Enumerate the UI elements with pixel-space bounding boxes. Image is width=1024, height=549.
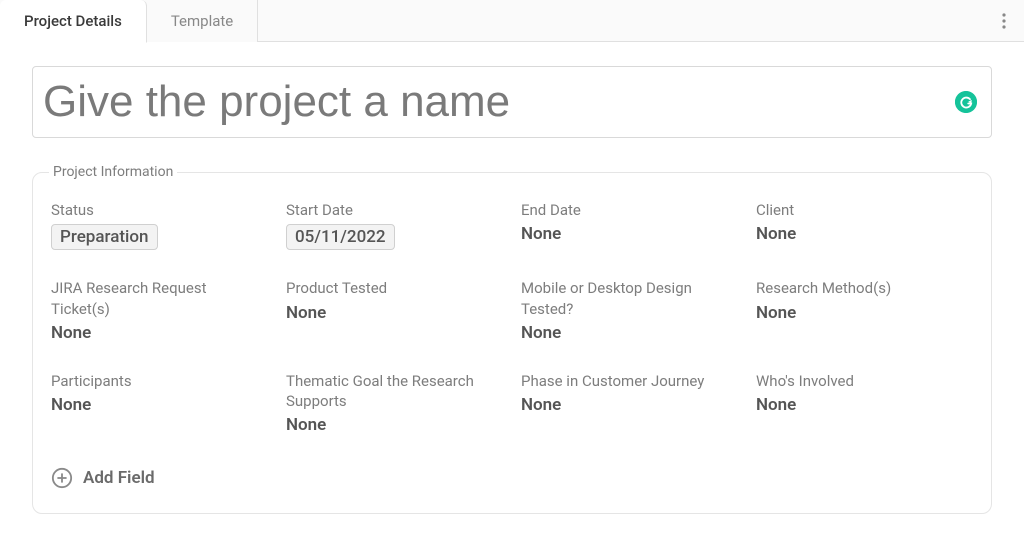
field-label: JIRA Research Request Ticket(s) — [51, 278, 268, 319]
field-product-tested[interactable]: Product Tested None — [286, 278, 503, 343]
field-thematic-goal[interactable]: Thematic Goal the Research Supports None — [286, 371, 503, 436]
field-status[interactable]: Status Preparation — [51, 200, 268, 250]
field-value: None — [521, 323, 738, 343]
start-date-chip[interactable]: 05/11/2022 — [286, 224, 395, 250]
tab-template[interactable]: Template — [147, 0, 258, 42]
field-start-date[interactable]: Start Date 05/11/2022 — [286, 200, 503, 250]
field-end-date[interactable]: End Date None — [521, 200, 738, 250]
field-client[interactable]: Client None — [756, 200, 973, 250]
field-value: None — [756, 303, 973, 323]
field-label: Phase in Customer Journey — [521, 371, 738, 391]
field-label: Client — [756, 200, 973, 220]
add-field-label: Add Field — [83, 468, 155, 488]
field-value: None — [756, 224, 973, 244]
field-label: Who's Involved — [756, 371, 973, 391]
plus-circle-icon — [51, 467, 73, 489]
field-label: Thematic Goal the Research Supports — [286, 371, 503, 412]
field-mobile-desktop[interactable]: Mobile or Desktop Design Tested? None — [521, 278, 738, 343]
field-value: None — [51, 395, 268, 415]
field-jira[interactable]: JIRA Research Request Ticket(s) None — [51, 278, 268, 343]
tab-project-details[interactable]: Project Details — [0, 0, 147, 43]
field-label: Mobile or Desktop Design Tested? — [521, 278, 738, 319]
fields-grid: Status Preparation Start Date 05/11/2022… — [47, 194, 977, 443]
field-value: None — [521, 224, 738, 244]
field-label: Start Date — [286, 200, 503, 220]
field-phase-journey[interactable]: Phase in Customer Journey None — [521, 371, 738, 436]
tab-bar: Project Details Template — [0, 0, 1024, 42]
field-participants[interactable]: Participants None — [51, 371, 268, 436]
project-information-section: Project Information Status Preparation S… — [32, 164, 992, 514]
section-legend: Project Information — [49, 164, 177, 180]
kebab-menu-icon[interactable] — [1002, 13, 1006, 29]
grammarly-icon[interactable] — [955, 91, 977, 113]
field-label: Participants — [51, 371, 268, 391]
status-chip[interactable]: Preparation — [51, 224, 158, 250]
field-value: None — [286, 303, 503, 323]
field-label: End Date — [521, 200, 738, 220]
field-value: None — [286, 415, 503, 435]
field-whos-involved[interactable]: Who's Involved None — [756, 371, 973, 436]
field-value: None — [756, 395, 973, 415]
main-content: Project Information Status Preparation S… — [0, 42, 1024, 538]
field-label: Status — [51, 200, 268, 220]
field-label: Product Tested — [286, 278, 503, 298]
field-research-method[interactable]: Research Method(s) None — [756, 278, 973, 343]
project-title-wrap — [32, 66, 992, 138]
field-value: None — [521, 395, 738, 415]
project-title-input[interactable] — [43, 77, 931, 127]
field-label: Research Method(s) — [756, 278, 973, 298]
field-value: None — [51, 323, 268, 343]
add-field-button[interactable]: Add Field — [47, 467, 155, 489]
